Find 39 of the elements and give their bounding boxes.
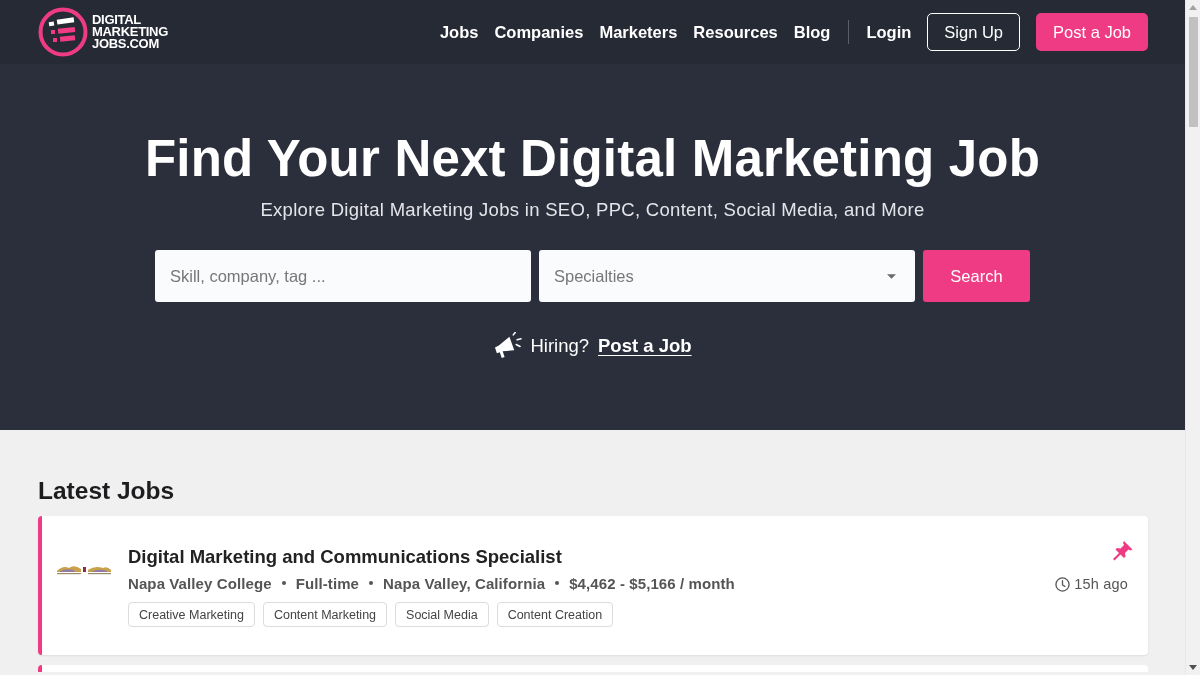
specialties-dropdown[interactable]: Specialties xyxy=(539,250,915,302)
post-job-button[interactable]: Post a Job xyxy=(1036,13,1148,51)
job-location: Napa Valley, California xyxy=(383,574,546,592)
hero-subtitle: Explore Digital Marketing Jobs in SEO, PPC, Content, Social Media, and More xyxy=(260,198,925,222)
logo-wordmark[interactable]: DIGITAL MARKETING JOBS.COM xyxy=(92,14,169,50)
search-button[interactable]: Search xyxy=(923,250,1030,302)
job-tag[interactable]: Content Marketing xyxy=(262,602,388,627)
job-card[interactable]: Digital Marketing and Communications Specialist Napa Valley College Full-time Napa Valley, California $4,462 - $5,166 / month Creative Marketing Content Marketing Social Media Content Creation 15h ago xyxy=(38,516,1148,655)
scrollbar-thumb[interactable] xyxy=(1188,17,1198,127)
company-name: Napa Valley College xyxy=(128,574,272,592)
post-job-link[interactable]: Post a Job xyxy=(598,334,692,357)
scroll-down-icon[interactable] xyxy=(1189,665,1197,670)
separator-dot-icon xyxy=(281,581,286,585)
logo-icon[interactable] xyxy=(38,7,88,57)
job-tag[interactable]: Creative Marketing xyxy=(128,602,255,627)
separator-dot-icon xyxy=(369,581,374,585)
nav-link[interactable]: Resources xyxy=(693,22,778,42)
nav-link[interactable]: Companies xyxy=(494,22,584,42)
search-field[interactable]: Skill, company, tag ... xyxy=(155,250,531,302)
hiring-text: Hiring? xyxy=(530,334,589,357)
sign-up-button[interactable]: Sign Up xyxy=(927,13,1021,51)
scroll-up-icon[interactable] xyxy=(1189,5,1197,10)
scrollbar[interactable] xyxy=(1185,0,1200,675)
login-link[interactable]: Login xyxy=(866,22,912,42)
nav-link[interactable]: Blog xyxy=(793,22,831,42)
posted-time: 15h ago xyxy=(1074,576,1128,592)
separator-dot-icon xyxy=(555,581,560,585)
nav-link[interactable]: Jobs xyxy=(439,22,479,42)
section-heading: Latest Jobs xyxy=(38,476,176,506)
job-tag[interactable]: Content Creation xyxy=(496,602,614,627)
job-type: Full-time xyxy=(295,574,360,592)
caret-icon xyxy=(887,273,896,279)
megaphone-icon xyxy=(493,332,523,359)
salary-text: $4,462 - $5,166 / month xyxy=(569,574,735,592)
nav-link[interactable]: Marketers xyxy=(599,22,678,42)
job-tag[interactable]: Social Media xyxy=(395,602,489,627)
hero-title: Find Your Next Digital Marketing Job xyxy=(144,130,1041,188)
clock-icon xyxy=(1055,576,1071,592)
job-title[interactable]: Digital Marketing and Communications Specialist xyxy=(128,544,1056,570)
